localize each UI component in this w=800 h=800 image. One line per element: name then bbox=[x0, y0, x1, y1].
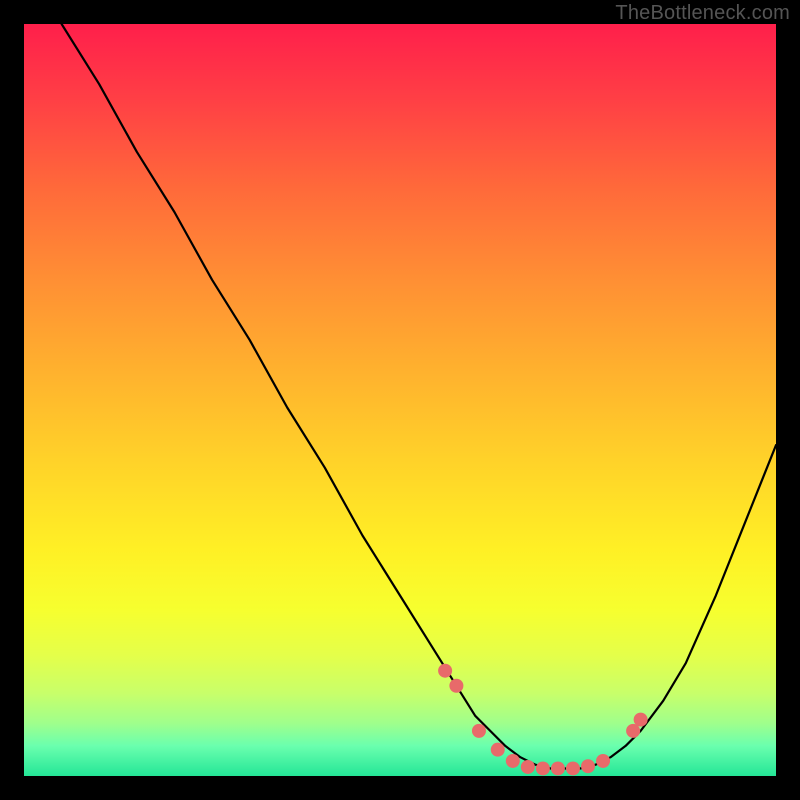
highlight-dots bbox=[438, 664, 648, 776]
highlight-dot bbox=[506, 754, 520, 768]
highlight-dot bbox=[551, 761, 565, 775]
highlight-dot bbox=[634, 713, 648, 727]
highlight-dot bbox=[536, 761, 550, 775]
chart-svg bbox=[24, 24, 776, 776]
curve-line bbox=[62, 24, 776, 768]
highlight-dot bbox=[581, 759, 595, 773]
highlight-dot bbox=[521, 760, 535, 774]
chart-frame: TheBottleneck.com bbox=[0, 0, 800, 800]
highlight-dot bbox=[438, 664, 452, 678]
highlight-dot bbox=[491, 743, 505, 757]
highlight-dot bbox=[449, 679, 463, 693]
watermark-text: TheBottleneck.com bbox=[615, 2, 790, 25]
highlight-dot bbox=[472, 724, 486, 738]
highlight-dot bbox=[566, 761, 580, 775]
plot-area bbox=[24, 24, 776, 776]
curve-path bbox=[62, 24, 776, 768]
highlight-dot bbox=[596, 754, 610, 768]
